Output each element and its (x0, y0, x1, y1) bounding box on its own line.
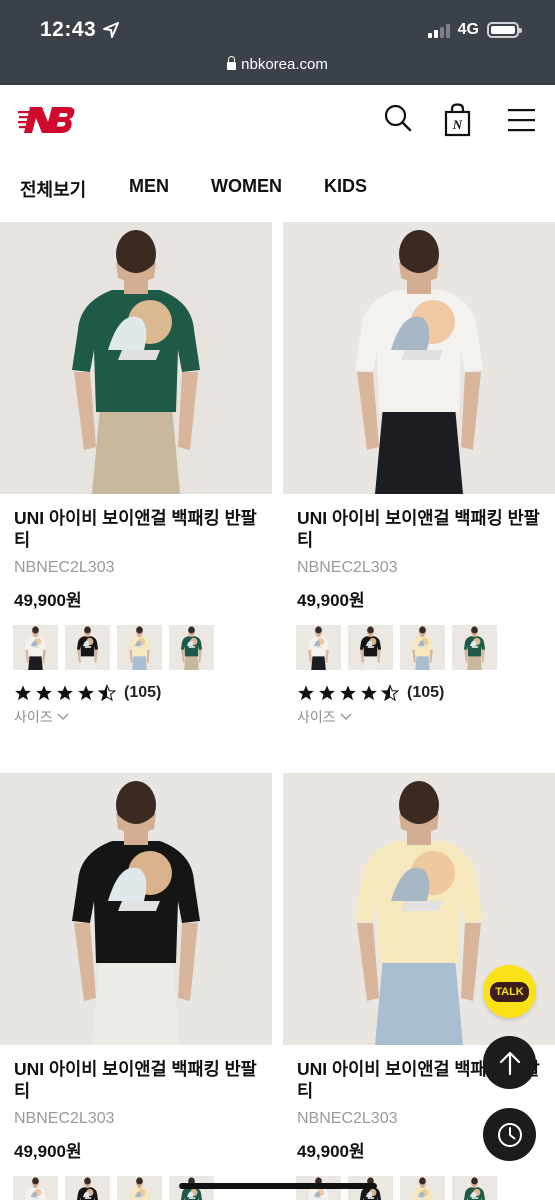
model-photo (283, 222, 555, 494)
shopping-bag-icon[interactable]: N (443, 103, 473, 142)
product-name[interactable]: UNI 아이비 보이앤걸 백패킹 반팔티 (297, 507, 541, 551)
category-kids[interactable]: KIDS (324, 176, 367, 197)
star-icon (57, 685, 73, 701)
review-count: (105) (124, 684, 162, 701)
star-icon (340, 685, 356, 701)
star-icon (78, 685, 94, 701)
size-toggle[interactable]: 사이즈 (297, 707, 555, 727)
size-label: 사이즈 (297, 709, 336, 725)
site-header: N (0, 85, 555, 160)
model-photo (117, 1176, 162, 1200)
model-photo (400, 625, 445, 670)
svg-text:N: N (452, 117, 463, 132)
color-swatch[interactable] (452, 1176, 497, 1200)
model-photo (452, 1176, 497, 1200)
star-rating-icon (14, 684, 116, 702)
model-photo (348, 625, 393, 670)
status-indicators: 4G (427, 21, 522, 39)
product-image[interactable] (283, 222, 555, 494)
color-swatch[interactable] (13, 625, 58, 670)
scroll-top-button[interactable] (483, 1036, 536, 1089)
model-photo (169, 625, 214, 670)
product-name[interactable]: UNI 아이비 보이앤걸 백패킹 반팔티 (14, 507, 258, 551)
search-icon[interactable] (383, 103, 413, 138)
review-count: (105) (407, 684, 445, 701)
color-swatch[interactable] (296, 625, 341, 670)
signal-icon (427, 22, 450, 38)
product-code: NBNEC2L303 (14, 1110, 115, 1127)
arrow-up-icon (499, 1051, 520, 1075)
model-photo (117, 625, 162, 670)
color-swatch[interactable] (348, 625, 393, 670)
battery-icon (487, 22, 522, 38)
star-icon (98, 684, 116, 702)
star-icon (298, 685, 314, 701)
model-photo (13, 625, 58, 670)
model-photo (65, 625, 110, 670)
network-type: 4G (457, 21, 479, 38)
product-price: 49,900원 (297, 591, 365, 610)
lock-icon (227, 56, 237, 70)
product-rating: (105) (297, 684, 555, 702)
model-photo (296, 625, 341, 670)
product-rating: (105) (14, 684, 272, 702)
star-icon (319, 685, 335, 701)
category-men[interactable]: MEN (129, 176, 169, 197)
recent-history-button[interactable] (483, 1108, 536, 1161)
model-photo (65, 1176, 110, 1200)
product-name[interactable]: UNI 아이비 보이앤걸 백패킹 반팔티 (14, 1058, 258, 1102)
chevron-down-icon (340, 713, 352, 721)
color-swatch[interactable] (117, 625, 162, 670)
star-icon (15, 685, 31, 701)
address-bar[interactable]: nbkorea.com (0, 56, 555, 73)
hamburger-menu-icon[interactable] (508, 108, 536, 137)
color-swatch[interactable] (169, 625, 214, 670)
new-balance-logo[interactable] (18, 105, 76, 140)
talk-label: TALK (490, 981, 529, 1002)
size-toggle[interactable]: 사이즈 (14, 707, 272, 727)
product-image[interactable] (0, 773, 272, 1045)
product-price: 49,900원 (14, 591, 82, 610)
status-bar: 12:43 4G nbkorea.com (0, 0, 555, 85)
star-icon (361, 685, 377, 701)
product-card[interactable]: UNI 아이비 보이앤걸 백패킹 반팔티 NBNEC2L303 49,900원 … (283, 222, 555, 727)
category-all[interactable]: 전체보기 (20, 176, 86, 202)
home-indicator[interactable] (179, 1183, 377, 1189)
star-icon (381, 684, 399, 702)
color-swatch[interactable] (117, 1176, 162, 1200)
category-women[interactable]: WOMEN (211, 176, 282, 197)
product-code: NBNEC2L303 (297, 559, 398, 576)
color-swatch[interactable] (65, 1176, 110, 1200)
product-card[interactable]: UNI 아이비 보이앤걸 백패킹 반팔티 NBNEC2L303 49,900원 … (0, 222, 272, 727)
color-swatches (296, 625, 555, 670)
model-photo (0, 222, 272, 494)
color-swatches (13, 625, 272, 670)
product-card[interactable]: UNI 아이비 보이앤걸 백패킹 반팔티 NBNEC2L303 49,900원 (0, 773, 272, 1200)
product-code: NBNEC2L303 (14, 559, 115, 576)
model-photo (0, 773, 272, 1045)
color-swatch[interactable] (400, 1176, 445, 1200)
color-swatch[interactable] (400, 625, 445, 670)
url-text: nbkorea.com (241, 56, 328, 73)
model-photo (452, 625, 497, 670)
color-swatch[interactable] (65, 625, 110, 670)
star-rating-icon (297, 684, 399, 702)
star-icon (36, 685, 52, 701)
model-photo (400, 1176, 445, 1200)
color-swatch[interactable] (13, 1176, 58, 1200)
product-image[interactable] (0, 222, 272, 494)
model-photo (13, 1176, 58, 1200)
product-price: 49,900원 (14, 1142, 82, 1161)
status-time: 12:43 (40, 18, 97, 41)
location-arrow-icon (103, 22, 119, 43)
color-swatch[interactable] (452, 625, 497, 670)
clock-icon (497, 1122, 522, 1147)
size-label: 사이즈 (14, 709, 53, 725)
chevron-down-icon (57, 713, 69, 721)
category-nav: 전체보기 MEN WOMEN KIDS (0, 170, 555, 210)
kakao-talk-button[interactable]: TALK (483, 965, 536, 1018)
